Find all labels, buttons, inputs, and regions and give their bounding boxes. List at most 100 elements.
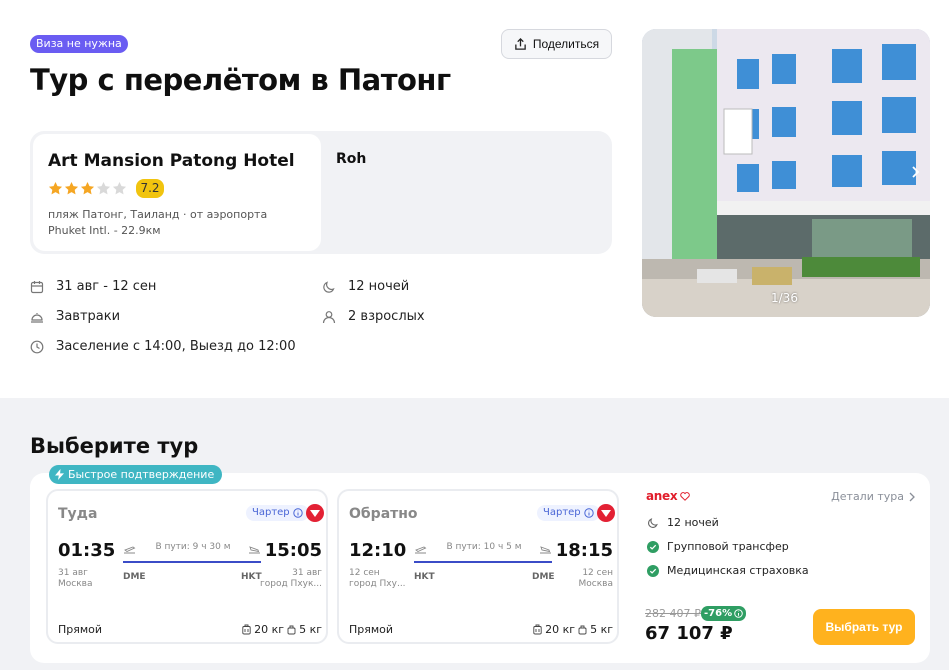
flight-direction: Туда bbox=[58, 506, 98, 522]
star-filled-icon bbox=[48, 181, 63, 195]
baggage-info: 20 кг 5 кг bbox=[533, 623, 613, 636]
airline-wing-icon bbox=[601, 510, 611, 517]
tour-nights: 12 ночей bbox=[322, 279, 409, 294]
arrival-city: город Пхук... bbox=[260, 579, 322, 589]
airline-wing-icon bbox=[310, 510, 320, 517]
hotel-stars bbox=[48, 181, 127, 196]
gallery-counter: 1/36 bbox=[771, 291, 798, 305]
share-icon bbox=[515, 37, 526, 50]
info-icon bbox=[734, 609, 743, 618]
checkin-times: Заселение с 14:00, Выезд до 12:00 bbox=[30, 339, 296, 354]
takeoff-icon bbox=[415, 546, 427, 554]
offer-nights-text: 12 ночей bbox=[667, 516, 719, 529]
info-icon bbox=[583, 508, 594, 518]
section-title: Выберите тур bbox=[30, 434, 199, 458]
airline-logo bbox=[597, 504, 615, 522]
tour-details-link[interactable]: Детали тура bbox=[831, 490, 915, 503]
moon-icon bbox=[648, 517, 658, 528]
departure-date: 12 сен bbox=[349, 568, 380, 578]
return-flight-card[interactable]: Обратно Чартер 12:10 В пути: 10 ч 5 м 18… bbox=[337, 489, 619, 644]
arrival-date: 12 сен bbox=[582, 568, 613, 578]
check-circle-icon bbox=[647, 540, 659, 553]
arrival-time: 15:05 bbox=[264, 540, 322, 561]
baggage-weight: 20 кг bbox=[254, 623, 285, 636]
tour-nights-text: 12 ночей bbox=[348, 279, 410, 294]
tour-guests-text: 2 взрослых bbox=[348, 309, 425, 324]
hotel-name[interactable]: Art Mansion Patong Hotel bbox=[48, 151, 295, 171]
tour-operator-logo: anex bbox=[646, 489, 691, 503]
arrival-date-city: 12 сен Москва bbox=[579, 568, 613, 590]
landing-icon bbox=[540, 546, 551, 554]
person-icon bbox=[322, 310, 336, 323]
fast-confirmation-label: Быстрое подтверждение bbox=[68, 468, 215, 481]
star-filled-icon bbox=[64, 181, 79, 195]
checkin-times-text: Заселение с 14:00, Выезд до 12:00 bbox=[56, 339, 296, 354]
flight-route-line bbox=[123, 561, 261, 563]
heart-icon[interactable] bbox=[680, 491, 691, 501]
hotel-card[interactable]: Art Mansion Patong Hotel 7.2 пляж Патонг… bbox=[33, 134, 321, 251]
flight-direction: Обратно bbox=[349, 506, 418, 522]
tour-header-section: Виза не нужна Поделиться Тур с перелётом… bbox=[0, 0, 949, 398]
tour-offer-card: Быстрое подтверждение Туда Чартер 01:35 … bbox=[30, 465, 930, 663]
info-icon bbox=[292, 508, 303, 518]
star-empty-icon bbox=[112, 181, 127, 195]
departure-date-city: 12 сен город Пху... bbox=[349, 568, 406, 590]
baggage-weight: 20 кг bbox=[545, 623, 576, 636]
star-filled-icon bbox=[80, 181, 95, 195]
flight-type: Прямой bbox=[349, 623, 394, 636]
hotel-address: пляж Патонг, Таиланд · от аэропорта Phuk… bbox=[48, 208, 268, 237]
hotel-info-panel: Art Mansion Patong Hotel 7.2 пляж Патонг… bbox=[30, 131, 612, 254]
arrival-date-city: 31 авг город Пхук... bbox=[260, 568, 322, 590]
offer-transfer: Групповой трансфер bbox=[647, 540, 789, 553]
share-button-label: Поделиться bbox=[532, 37, 600, 51]
hotel-photo bbox=[642, 29, 930, 317]
tour-dates: 31 авг - 12 сен bbox=[30, 279, 156, 294]
lightning-icon bbox=[55, 469, 64, 480]
hotel-photo-gallery[interactable]: 1/36 bbox=[642, 29, 930, 317]
offer-insurance: Медицинская страховка bbox=[647, 564, 809, 577]
tour-meals: Завтраки bbox=[30, 309, 120, 324]
price: 67 107 ₽ bbox=[645, 623, 733, 644]
outbound-flight-card[interactable]: Туда Чартер 01:35 В пути: 9 ч 30 м 15:05… bbox=[46, 489, 328, 644]
hotel-rating-badge: 7.2 bbox=[136, 179, 164, 198]
charter-badge[interactable]: Чартер bbox=[246, 505, 309, 521]
page-title: Тур с перелётом в Патонг bbox=[30, 63, 451, 97]
discount-value: -76% bbox=[704, 608, 733, 619]
departure-city: город Пху... bbox=[349, 579, 406, 589]
offer-panel: anex Детали тура 12 ночей Групповой тран… bbox=[645, 489, 915, 649]
offer-insurance-text: Медицинская страховка bbox=[667, 564, 809, 577]
airline-logo bbox=[306, 504, 324, 522]
departure-date: 31 авг bbox=[58, 568, 88, 578]
star-empty-icon bbox=[96, 181, 111, 195]
arrival-date: 31 авг bbox=[292, 568, 322, 578]
departure-city: Москва bbox=[58, 579, 93, 589]
baggage-info: 20 кг 5 кг bbox=[242, 623, 322, 636]
food-cloche-icon bbox=[31, 312, 43, 323]
tour-operator-name: anex bbox=[646, 489, 678, 503]
calendar-icon bbox=[30, 280, 44, 293]
flight-duration: В пути: 9 ч 30 м bbox=[155, 542, 231, 552]
charter-badge[interactable]: Чартер bbox=[537, 505, 600, 521]
old-price: 282 407 ₽ bbox=[645, 607, 701, 620]
suitcase-icon bbox=[242, 624, 251, 635]
choose-tour-button[interactable]: Выбрать тур bbox=[813, 609, 915, 645]
departure-time: 01:35 bbox=[58, 540, 116, 561]
check-circle-icon bbox=[647, 564, 659, 577]
chevron-right-icon bbox=[909, 492, 915, 501]
share-button[interactable]: Поделиться bbox=[501, 29, 612, 59]
fast-confirmation-badge: Быстрое подтверждение bbox=[49, 465, 223, 484]
discount-badge[interactable]: -76% bbox=[701, 606, 747, 621]
offer-transfer-text: Групповой трансфер bbox=[667, 540, 789, 553]
tour-selection-section: Выберите тур Быстрое подтверждение Туда … bbox=[0, 398, 949, 670]
clock-icon bbox=[30, 340, 44, 353]
room-type: Roh bbox=[336, 151, 367, 167]
offer-nights: 12 ночей bbox=[647, 516, 719, 529]
hand-luggage-weight: 5 кг bbox=[590, 623, 613, 636]
departure-airport-code: HKT bbox=[414, 572, 435, 582]
departure-airport-code: DME bbox=[123, 572, 146, 582]
flight-type: Прямой bbox=[58, 623, 103, 636]
departure-time: 12:10 bbox=[349, 540, 407, 561]
visa-free-badge: Виза не нужна bbox=[30, 35, 128, 53]
hand-luggage-icon bbox=[287, 625, 296, 635]
tour-meals-text: Завтраки bbox=[56, 309, 121, 324]
